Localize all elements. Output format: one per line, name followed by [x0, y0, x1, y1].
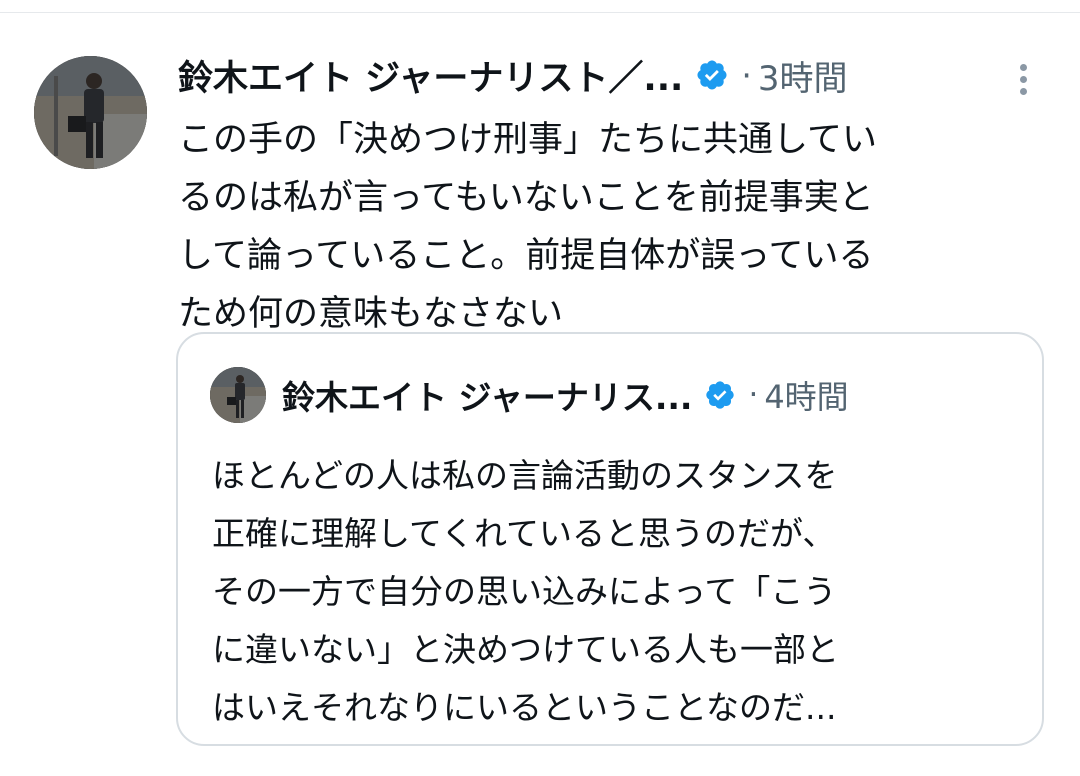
- quoted-text-line: はいえそれなりにいるということなのだ...: [212, 688, 837, 727]
- quoted-tweet-timestamp: 4時間: [764, 378, 849, 416]
- more-options-button[interactable]: [1008, 57, 1038, 101]
- tweet-text-line: して論っていること。前提自体が誤っている: [178, 236, 874, 276]
- quoted-text-line: ほとんどの人は私の言論活動のスタンスを: [212, 456, 838, 495]
- quoted-author-avatar: [210, 367, 266, 423]
- quoted-author-display-name: 鈴木エイト ジャーナリス...: [282, 378, 693, 417]
- author-avatar[interactable]: [34, 56, 147, 169]
- quoted-tweet-header: 鈴木エイト ジャーナリス... · 4時間: [282, 370, 849, 420]
- quoted-tweet-text: ほとんどの人は私の言論活動のスタンスを 正確に理解してくれていると思うのだが、 …: [212, 447, 1022, 737]
- verified-badge-icon: [695, 58, 729, 92]
- tweet[interactable]: 鈴木エイト ジャーナリスト／... · 3時間 この手の「決めつけ刑事」たちに共…: [0, 13, 1080, 776]
- tweet-header: 鈴木エイト ジャーナリスト／... · 3時間: [178, 50, 847, 100]
- verified-badge-icon: [704, 379, 736, 411]
- meta-separator: ·: [741, 55, 752, 95]
- quoted-text-line: 正確に理解してくれていると思うのだが、: [212, 514, 836, 553]
- more-dot: [1019, 75, 1027, 83]
- tweet-text-line: ため何の意味もなさない: [178, 294, 564, 334]
- meta-separator: ·: [748, 377, 759, 413]
- tweet-timestamp[interactable]: 3時間: [758, 51, 848, 100]
- quoted-text-line: その一方で自分の思い込みによって「こう: [212, 572, 837, 611]
- profile-photo: [210, 367, 266, 423]
- quoted-tweet-card[interactable]: 鈴木エイト ジャーナリス... · 4時間 ほとんどの人は私の言論活動のスタンス…: [176, 332, 1044, 746]
- author-display-name[interactable]: 鈴木エイト ジャーナリスト／...: [178, 50, 683, 101]
- tweet-text-line: この手の「決めつけ刑事」たちに共通してい: [178, 120, 877, 160]
- more-vertical-icon: [1019, 63, 1027, 71]
- tweet-text: この手の「決めつけ刑事」たちに共通してい るのは私が言ってもいないことを前提事実…: [178, 111, 1038, 343]
- quoted-text-line: に違いない」と決めつけている人も一部と: [212, 630, 839, 669]
- tweet-text-line: るのは私が言ってもいないことを前提事実と: [178, 178, 874, 218]
- more-dot: [1019, 87, 1027, 95]
- profile-photo: [34, 56, 147, 169]
